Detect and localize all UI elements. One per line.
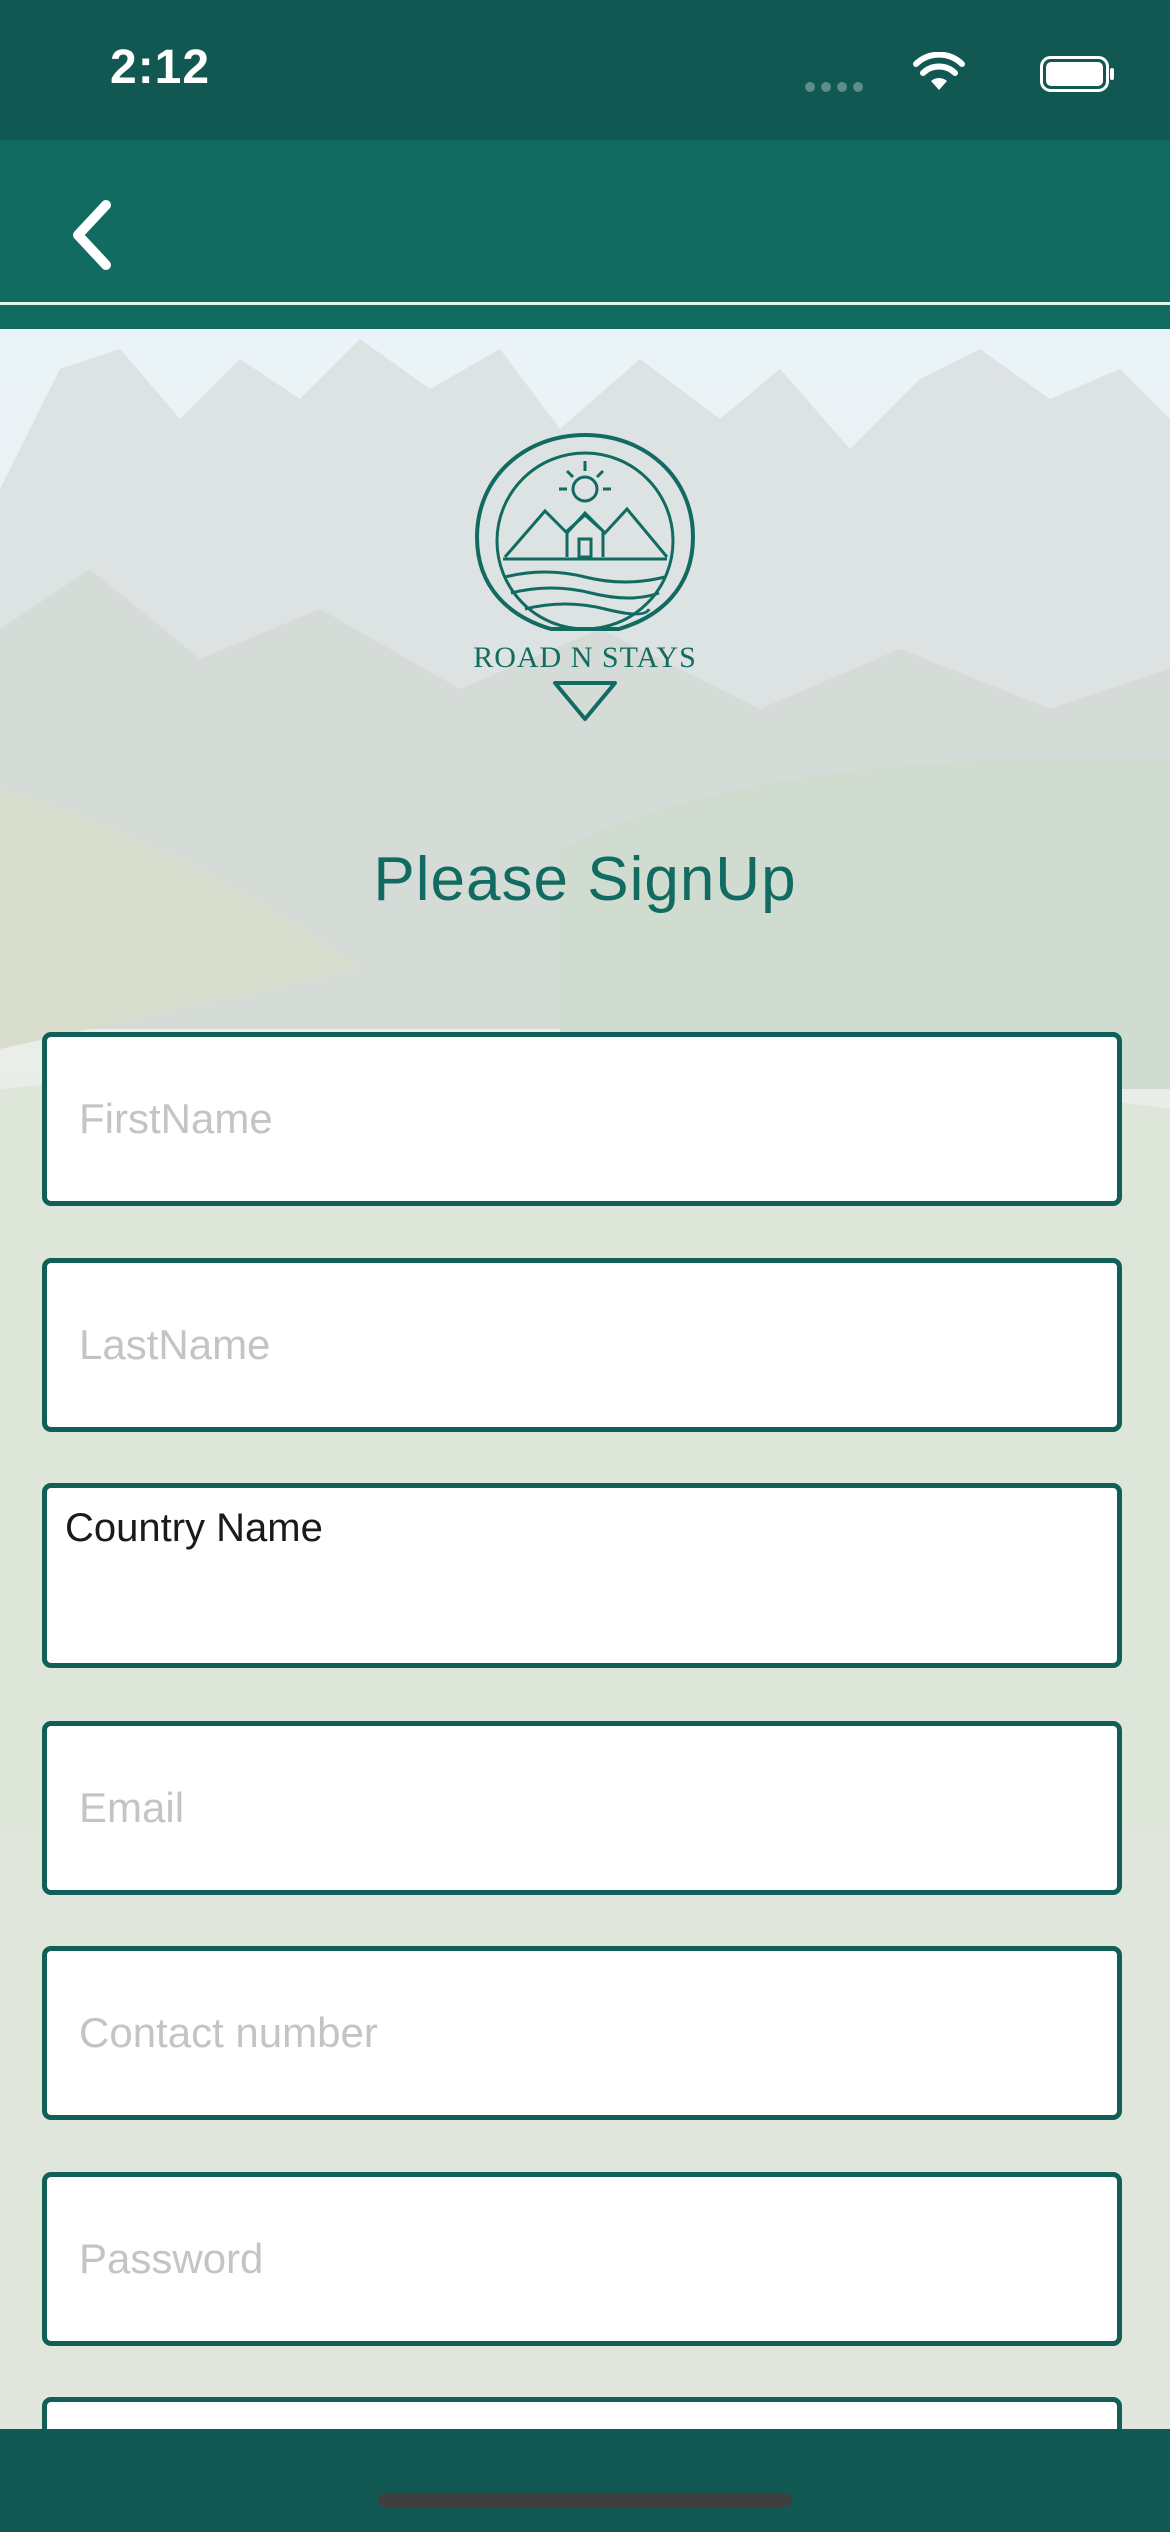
email-placeholder: Email — [79, 1784, 185, 1831]
status-bar: 2:12 — [0, 0, 1170, 140]
last-name-field[interactable]: LastName — [42, 1258, 1122, 1432]
password-field[interactable]: Password — [42, 2172, 1122, 2346]
last-name-placeholder: LastName — [79, 1321, 271, 1368]
status-time: 2:12 — [110, 41, 211, 94]
first-name-field[interactable]: FirstName — [42, 1032, 1122, 1206]
nav-strip — [0, 305, 1170, 329]
page-title: Please SignUp — [373, 845, 797, 914]
email-field[interactable]: Email — [42, 1721, 1122, 1895]
country-name-value: Country Name — [65, 1506, 323, 1550]
road-n-stays-logo: ROAD N STAYS — [473, 432, 697, 721]
country-name-field[interactable]: Country Name — [42, 1483, 1122, 1668]
contact-number-placeholder: Contact number — [79, 2009, 378, 2056]
signup-background: ROAD N STAYS Please SignUp FirstName Las… — [0, 329, 1170, 2429]
next-field-partial[interactable] — [42, 2397, 1122, 2429]
wifi-icon — [913, 52, 965, 90]
password-placeholder: Password — [79, 2235, 264, 2282]
chevron-left-icon — [73, 200, 111, 270]
logo-text: ROAD N STAYS — [473, 641, 697, 674]
navigation-bar — [0, 140, 1170, 305]
first-name-placeholder: FirstName — [79, 1095, 273, 1142]
bottom-bar — [0, 2429, 1170, 2532]
contact-number-field[interactable]: Contact number — [42, 1946, 1122, 2120]
home-indicator[interactable] — [378, 2493, 792, 2507]
battery-icon — [1040, 56, 1114, 92]
back-button[interactable] — [62, 195, 122, 275]
signal-dots-icon — [805, 82, 865, 92]
